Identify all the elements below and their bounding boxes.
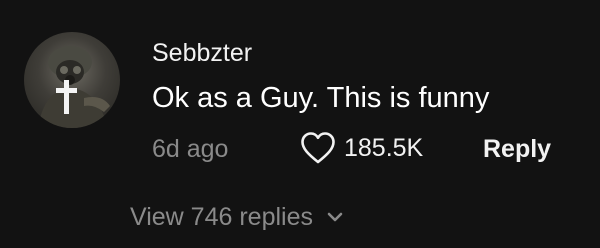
- user-avatar-icon: [38, 46, 110, 128]
- comment-text: Ok as a Guy. This is funny: [152, 82, 490, 114]
- avatar[interactable]: [24, 32, 120, 128]
- reply-button[interactable]: Reply: [483, 134, 551, 164]
- view-replies-button[interactable]: View 746 replies: [130, 202, 345, 232]
- heart-icon: [301, 132, 335, 164]
- comment-item: Sebbzter Ok as a Guy. This is funny 6d a…: [0, 0, 600, 248]
- username[interactable]: Sebbzter: [152, 38, 252, 68]
- like-count: 185.5K: [344, 134, 424, 162]
- timestamp: 6d ago: [152, 135, 229, 163]
- like-button[interactable]: 185.5K: [300, 131, 423, 165]
- chevron-down-icon: [327, 212, 343, 222]
- view-replies-label: View 746 replies: [130, 203, 313, 231]
